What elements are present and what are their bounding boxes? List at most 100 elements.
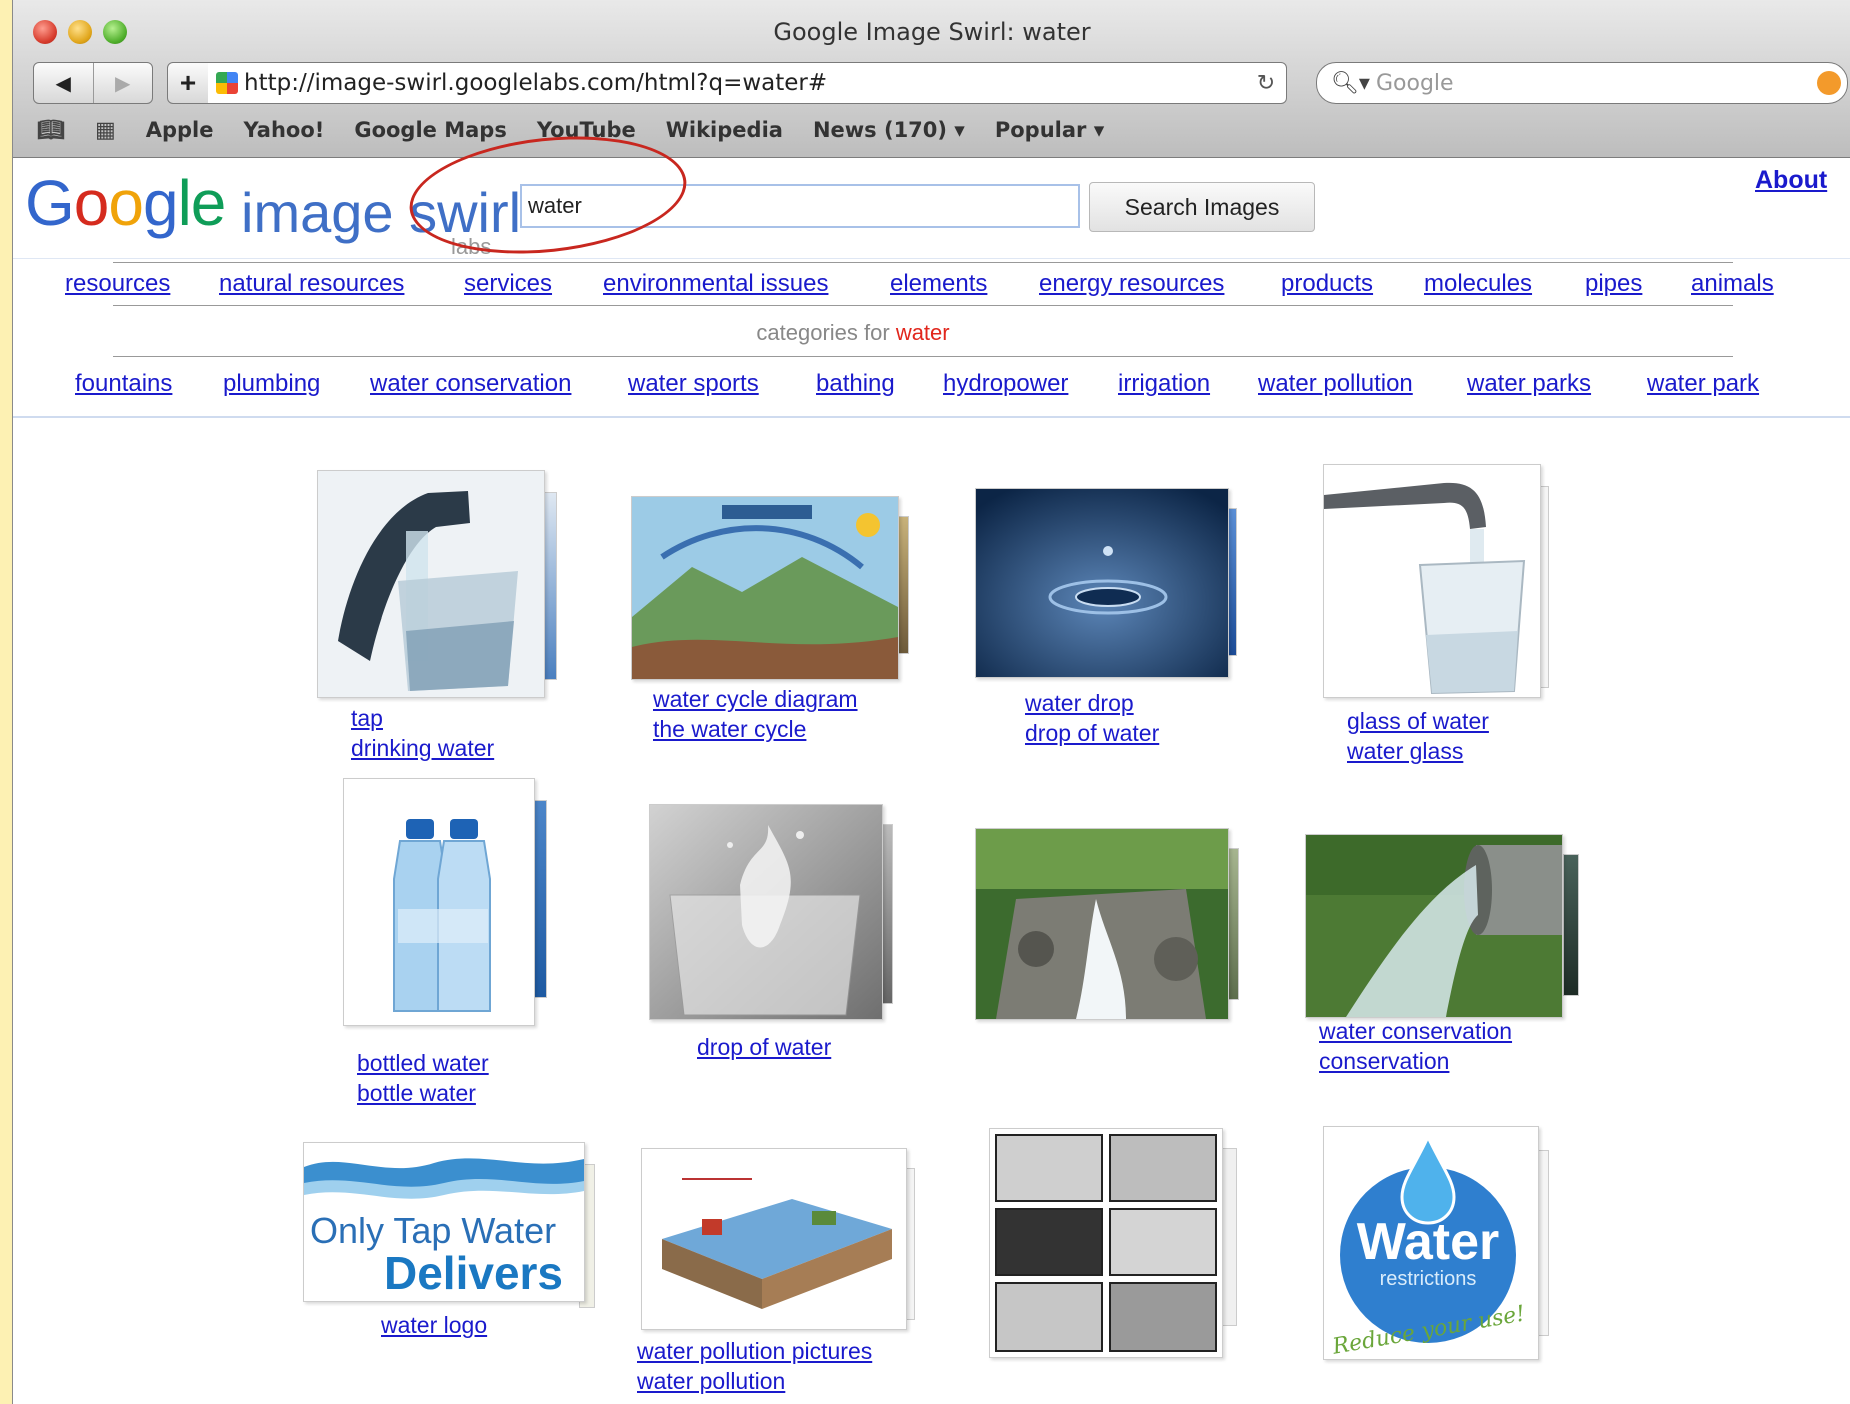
- caption-water-pollution-pictures[interactable]: water pollution pictures: [637, 1336, 872, 1366]
- category-water-park[interactable]: water park: [1647, 370, 1759, 398]
- categories-divider: [13, 416, 1850, 418]
- category-plumbing[interactable]: plumbing: [223, 370, 320, 398]
- category-resources[interactable]: resources: [65, 270, 170, 298]
- caption-drop-of-water[interactable]: drop of water: [1025, 718, 1159, 748]
- category-products[interactable]: products: [1281, 270, 1373, 298]
- result-thumb-water-drop[interactable]: [975, 488, 1229, 678]
- logo-letter: o: [108, 167, 144, 239]
- bookmark-youtube[interactable]: YouTube: [537, 118, 636, 142]
- caption-water-glass[interactable]: water glass: [1347, 736, 1463, 766]
- site-favicon-icon: [216, 72, 238, 94]
- bookmark-wikipedia[interactable]: Wikipedia: [666, 118, 783, 142]
- nav-buttons: ◀ ▶: [33, 62, 153, 104]
- page-content: Google image swirl labs Search Images Ab…: [13, 123, 1850, 1404]
- caption-drop-of-water-2[interactable]: drop of water: [697, 1032, 831, 1062]
- header-divider: [13, 258, 1850, 259]
- water-cycle-diagram-image: [632, 497, 898, 679]
- result-thumb-comic[interactable]: [989, 1128, 1223, 1358]
- category-irrigation[interactable]: irrigation: [1118, 370, 1210, 398]
- bookmark-yahoo[interactable]: Yahoo!: [244, 118, 325, 142]
- reload-icon[interactable]: ↻: [1246, 70, 1286, 96]
- caption-bottled-water[interactable]: bottled water: [357, 1048, 489, 1078]
- result-thumb-water-pollution[interactable]: [641, 1148, 907, 1330]
- category-water-sports[interactable]: water sports: [628, 370, 759, 398]
- query-input[interactable]: [520, 184, 1080, 228]
- caption-drinking-water[interactable]: drinking water: [351, 733, 494, 763]
- result-thumb-pipe-outflow[interactable]: [1305, 834, 1563, 1018]
- bottled-water-image: [344, 779, 534, 1025]
- caption-water-cycle-diagram[interactable]: water cycle diagram: [653, 684, 858, 714]
- snapback-icon[interactable]: [1817, 71, 1841, 95]
- caption-water-pollution[interactable]: water pollution: [637, 1366, 785, 1396]
- result-thumb-water-logo[interactable]: Only Tap Water Delivers: [303, 1142, 585, 1302]
- caption-water-drop[interactable]: water drop: [1025, 688, 1134, 718]
- browser-window: Google Image Swirl: water ◀ ▶ + http://i…: [12, 0, 1850, 1404]
- address-bar[interactable]: http://image-swirl.googlelabs.com/html?q…: [208, 62, 1287, 104]
- browser-search-placeholder[interactable]: Google: [1376, 71, 1817, 96]
- labs-label: labs: [451, 234, 492, 259]
- categories-label-text: categories for: [756, 320, 890, 345]
- splash-glass-image: [650, 805, 882, 1019]
- categories-term: water: [895, 320, 950, 345]
- bottom-category-bracket-line: [113, 356, 1733, 357]
- category-bathing[interactable]: bathing: [816, 370, 895, 398]
- pollution-diagram-image: [642, 1149, 906, 1329]
- logo-restrictions-text: restrictions: [1380, 1268, 1477, 1290]
- caption-tap[interactable]: tap: [351, 703, 383, 733]
- comic-strip-image: [990, 1129, 1222, 1357]
- caption-water-logo[interactable]: water logo: [381, 1310, 487, 1340]
- bookmark-popular[interactable]: Popular ▾: [995, 118, 1104, 142]
- top-category-bracket-line: [113, 262, 1733, 263]
- result-thumb-waterfall[interactable]: [975, 828, 1229, 1020]
- bookmark-google-maps[interactable]: Google Maps: [354, 118, 506, 142]
- category-hydropower[interactable]: hydropower: [943, 370, 1068, 398]
- caption-glass-of-water[interactable]: glass of water: [1347, 706, 1489, 736]
- category-animals[interactable]: animals: [1691, 270, 1774, 298]
- top-sites-grid-icon[interactable]: ▦: [95, 118, 116, 143]
- pipe-outflow-image: [1306, 835, 1562, 1017]
- category-pipes[interactable]: pipes: [1585, 270, 1642, 298]
- categories-for-label: categories for water: [13, 320, 1693, 346]
- bookmark-news[interactable]: News (170) ▾: [813, 118, 965, 142]
- caption-water-conservation[interactable]: water conservation: [1319, 1016, 1512, 1046]
- category-elements[interactable]: elements: [890, 270, 987, 298]
- category-natural-resources[interactable]: natural resources: [219, 270, 404, 298]
- category-molecules[interactable]: molecules: [1424, 270, 1532, 298]
- url-text[interactable]: http://image-swirl.googlelabs.com/html?q…: [244, 70, 1246, 96]
- bookmark-apple[interactable]: Apple: [146, 118, 214, 142]
- category-water-conservation[interactable]: water conservation: [370, 370, 571, 398]
- result-thumb-water-restrictions[interactable]: Water restrictions Reduce your use!: [1323, 1126, 1539, 1360]
- image-stack-edge: [1221, 1148, 1237, 1326]
- add-bookmark-button[interactable]: +: [167, 62, 209, 104]
- logo-text-line1: Only Tap Water: [310, 1210, 556, 1251]
- category-energy-resources[interactable]: energy resources: [1039, 270, 1224, 298]
- bookmarks-book-icon[interactable]: 📖︎: [37, 118, 65, 143]
- result-thumb-splash[interactable]: [649, 804, 883, 1020]
- category-water-pollution[interactable]: water pollution: [1258, 370, 1413, 398]
- back-button[interactable]: ◀: [34, 63, 93, 103]
- tap-water-logo-image: Only Tap Water Delivers: [304, 1143, 584, 1301]
- search-images-button[interactable]: Search Images: [1089, 182, 1315, 232]
- search-icon: 🔍︎▾: [1331, 70, 1370, 95]
- result-thumb-bottled-water[interactable]: [343, 778, 535, 1026]
- caption-bottle-water[interactable]: bottle water: [357, 1078, 476, 1108]
- tap-glass-image: [318, 471, 544, 697]
- category-fountains[interactable]: fountains: [75, 370, 172, 398]
- category-services[interactable]: services: [464, 270, 552, 298]
- browser-search-field[interactable]: 🔍︎▾ Google: [1316, 62, 1848, 104]
- category-environmental-issues[interactable]: environmental issues: [603, 270, 828, 298]
- caption-conservation[interactable]: conservation: [1319, 1046, 1449, 1076]
- caption-the-water-cycle[interactable]: the water cycle: [653, 714, 806, 744]
- about-link[interactable]: About: [1755, 166, 1827, 195]
- logo-letter: g: [142, 167, 179, 239]
- image-stack-edge: [1563, 854, 1579, 996]
- forward-button[interactable]: ▶: [92, 63, 153, 103]
- logo-text-line2: Delivers: [384, 1247, 563, 1299]
- result-thumb-water-cycle[interactable]: [631, 496, 899, 680]
- result-thumb-tap-drinking-water[interactable]: [317, 470, 545, 698]
- logo-letter: le: [177, 167, 227, 239]
- result-thumb-glass-of-water[interactable]: [1323, 464, 1541, 698]
- category-water-parks[interactable]: water parks: [1467, 370, 1591, 398]
- top-category-underline: [113, 305, 1733, 306]
- browser-toolbar: Google Image Swirl: water ◀ ▶ + http://i…: [13, 0, 1850, 158]
